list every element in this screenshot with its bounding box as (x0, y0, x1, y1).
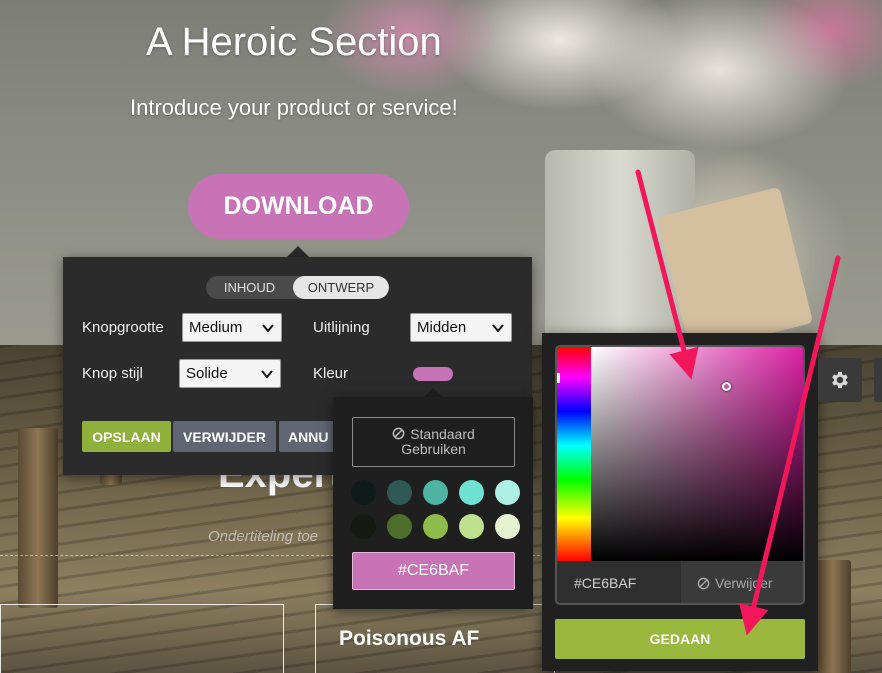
use-default-label-2: Gebruiken (401, 441, 466, 457)
color-label: Kleur (313, 365, 349, 382)
chevron-down-icon (261, 370, 273, 379)
chevron-down-icon (262, 324, 274, 333)
picker-frame: #CE6BAF Verwijder (555, 345, 805, 605)
color-swatch-button[interactable] (413, 367, 453, 381)
current-color-button[interactable]: #CE6BAF (352, 552, 515, 590)
cancel-button[interactable]: ANNU (279, 421, 339, 452)
hue-slider-handle[interactable] (557, 373, 560, 383)
color-swatch[interactable] (387, 480, 412, 505)
color-swatch[interactable] (351, 480, 376, 505)
card-outline-left (0, 604, 284, 673)
color-swatch[interactable] (423, 480, 448, 505)
saturation-value-area[interactable] (591, 347, 803, 561)
color-swatch[interactable] (459, 480, 484, 505)
remove-color-button[interactable]: Verwijder (681, 561, 803, 603)
tab-inhoud[interactable]: INHOUD (206, 276, 293, 299)
button-style-value: Solide (186, 365, 228, 382)
hex-input[interactable]: #CE6BAF (557, 561, 681, 603)
button-size-label: Knopgrootte (82, 319, 164, 336)
alignment-value: Midden (417, 319, 467, 336)
swatch-panel: Standaard Gebruiken #CE6BAF (333, 397, 533, 609)
done-button[interactable]: GEDAAN (555, 619, 805, 659)
button-size-select[interactable]: Medium (182, 313, 282, 342)
color-swatch[interactable] (495, 480, 520, 505)
tab-ontwerp[interactable]: ONTWERP (293, 276, 389, 299)
download-button[interactable]: DOWNLOAD (188, 174, 409, 239)
section-subheading[interactable]: Ondertiteling toe (208, 528, 318, 545)
dock-post (815, 560, 851, 673)
settings-button[interactable] (818, 358, 862, 402)
color-picker-panel: #CE6BAF Verwijder GEDAAN (542, 333, 818, 671)
button-style-select[interactable]: Solide (179, 359, 281, 388)
color-swatch[interactable] (495, 514, 520, 539)
color-swatch[interactable] (387, 514, 412, 539)
color-swatch[interactable] (351, 514, 376, 539)
ban-icon (697, 577, 710, 589)
side-panel-tab[interactable] (874, 358, 882, 402)
chevron-down-icon (492, 324, 504, 333)
dock-post (18, 428, 58, 608)
delete-button[interactable]: VERWIJDER (173, 421, 276, 452)
ban-icon (392, 427, 405, 440)
use-default-button[interactable]: Standaard Gebruiken (352, 417, 515, 467)
alignment-label: Uitlijning (313, 319, 370, 336)
alignment-select[interactable]: Midden (410, 313, 512, 342)
settings-panel-caret (287, 246, 309, 257)
use-default-label-1: Standaard (410, 426, 475, 442)
save-button[interactable]: OPSLAAN (82, 421, 171, 452)
color-swatch[interactable] (459, 514, 484, 539)
color-selector-handle[interactable] (722, 382, 731, 391)
button-style-label: Knop stijl (82, 365, 143, 382)
gear-icon (832, 371, 848, 389)
button-size-value: Medium (189, 319, 243, 336)
card-title[interactable]: Poisonous AF (339, 627, 479, 651)
hero-title: A Heroic Section (146, 20, 442, 64)
hue-slider[interactable] (557, 347, 591, 561)
mode-toggle: INHOUD ONTWERP (206, 276, 389, 299)
color-swatch[interactable] (423, 514, 448, 539)
remove-color-label: Verwijder (715, 575, 773, 591)
hero-subtitle: Introduce your product or service! (130, 95, 458, 120)
